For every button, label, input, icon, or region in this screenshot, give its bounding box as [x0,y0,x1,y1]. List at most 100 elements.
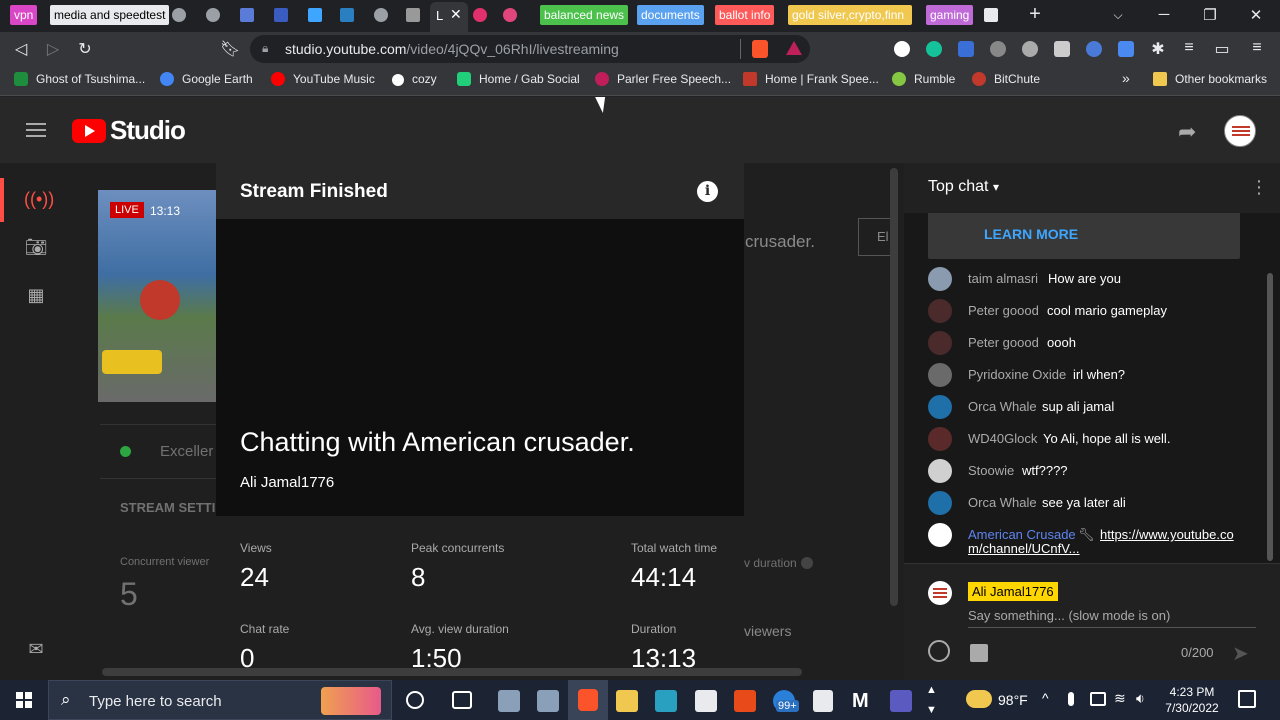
tab-favicon[interactable] [340,8,354,22]
taskbar-app-icon[interactable] [655,690,677,712]
tab-group-gaming[interactable]: gaming [926,5,974,25]
microsoft-store-icon[interactable] [695,690,717,712]
scroll-down-icon[interactable]: ▼ [926,704,937,716]
other-bookmarks[interactable]: Other bookmarks [1153,72,1267,86]
taskbar-app-icon[interactable] [537,690,559,712]
system-clock[interactable]: 4:23 PM 7/30/2022 [1160,684,1224,716]
extensions-puzzle-icon[interactable]: ✱ [1149,39,1167,59]
meet-now-icon[interactable] [1090,692,1106,706]
reload-icon[interactable]: ↻ [76,39,94,59]
translate-icon[interactable] [1118,41,1134,57]
chat-author[interactable]: Stoowie [968,463,1014,478]
show-hidden-icons[interactable]: ^ [1042,690,1049,706]
bookmark-item[interactable]: cozy [392,72,437,86]
microphone-icon[interactable] [1068,692,1074,706]
chat-input[interactable]: Say something... (slow mode is on) [968,608,1256,628]
brave-shields-icon[interactable] [752,40,768,58]
active-tab[interactable]: L ✕ [430,2,468,32]
chat-author[interactable]: WD40Glock [968,431,1037,446]
taskbar-search[interactable]: ⌕ Type here to search [48,680,392,720]
bookmark-icon[interactable]: 🔖︎ [220,39,240,59]
tab-favicon[interactable] [274,8,288,22]
chat-avatar[interactable] [928,491,952,515]
live-stream-icon[interactable]: ((•)) [24,187,54,211]
top-chat-dropdown[interactable]: Top chat ▾ [928,178,999,196]
chat-author-owner[interactable]: American Crusade [968,527,1076,542]
bookmark-item[interactable]: Home / Gab Social [457,72,580,86]
tab-group-gold-silver[interactable]: gold silver,crypto,finn [788,5,912,25]
cortana-icon[interactable] [406,691,424,709]
tab-group-vpn[interactable]: vpn [10,5,38,25]
chat-author[interactable]: Orca Whale [968,495,1037,510]
bookmark-item[interactable]: Home | Frank Spee... [743,72,879,86]
scroll-up-icon[interactable]: ▲ [926,684,937,696]
taskbar-app-icon[interactable] [498,690,520,712]
heart-icon[interactable] [1022,41,1038,57]
info-icon[interactable]: i [697,181,718,202]
app-m-icon[interactable]: M [852,690,874,712]
chat-avatar[interactable] [928,331,952,355]
extension-icon[interactable] [958,41,974,57]
chat-avatar[interactable] [928,523,952,547]
bookmark-item[interactable]: YouTube Music [271,72,375,86]
windows-start-icon[interactable] [16,692,32,708]
tab-favicon[interactable] [240,8,254,22]
youtube-logo-icon[interactable] [72,119,106,143]
feedback-icon[interactable]: ✉︎ [24,637,48,661]
vertical-scrollbar[interactable] [890,168,898,606]
camera-icon[interactable]: 📷︎ [24,235,48,259]
tab-favicon[interactable] [374,8,388,22]
ublock-icon[interactable] [990,41,1006,57]
chat-link[interactable]: m/channel/UCnfV... [968,541,1080,556]
url-text[interactable]: studio.youtube.com/video/4jQQv_06RhI/liv… [285,41,619,57]
chat-author[interactable]: Orca Whale [968,399,1037,414]
brave-rewards-icon[interactable] [786,41,802,55]
tab-favicon[interactable] [473,8,487,22]
notification-center-icon[interactable] [1238,690,1256,708]
bookmark-item[interactable]: Rumble [892,72,955,86]
reading-list-icon[interactable]: ≡ [1180,39,1198,57]
tab-group-media[interactable]: media and speedtest [50,5,170,25]
wifi-icon[interactable]: ≋ [1114,690,1126,707]
grammarly-icon[interactable] [926,41,942,57]
help-icon[interactable] [801,557,813,569]
tab-favicon[interactable] [503,8,517,22]
close-window-icon[interactable]: ✕ [1246,6,1266,24]
bookmarks-overflow-icon[interactable]: » [1122,70,1130,86]
extension-icon[interactable] [1086,41,1102,57]
mail-icon[interactable]: 99+ [773,690,799,712]
chat-author[interactable]: Peter goood [968,335,1039,350]
restore-icon[interactable]: ❐ [1200,6,1220,24]
share-icon[interactable]: ➦ [1178,119,1196,145]
close-tab-icon[interactable]: ✕ [450,6,462,23]
tab-favicon[interactable] [984,8,998,22]
chat-author[interactable]: taim almasri [968,271,1038,286]
search-highlight-icon[interactable] [321,687,381,715]
emoji-icon[interactable] [928,640,950,662]
chat-scrollbar[interactable] [1267,273,1273,561]
tab-group-documents[interactable]: documents [637,5,704,25]
horizontal-scrollbar[interactable] [102,668,802,676]
weather-temp[interactable]: 98°F [998,692,1028,708]
chat-avatar[interactable] [928,395,952,419]
stream-settings-fragment[interactable]: STREAM SETTI [120,500,215,515]
send-icon[interactable]: ➤ [1232,641,1249,666]
chat-author[interactable]: Pyridoxine Oxide [968,367,1066,382]
more-options-icon[interactable]: ⋮ [1250,177,1268,198]
bg-edit-button[interactable]: El [858,218,890,256]
back-icon[interactable]: ◁ [12,39,30,59]
office-icon[interactable] [734,690,756,712]
extension-icon[interactable] [1054,41,1070,57]
chat-avatar[interactable] [928,299,952,323]
file-explorer-icon[interactable] [616,690,638,712]
studio-logo-text[interactable]: Studio [110,115,186,146]
weather-icon[interactable] [966,690,992,708]
tab-favicon[interactable] [406,8,420,22]
task-view-icon[interactable] [452,691,472,709]
super-chat-icon[interactable] [970,644,988,662]
lock-icon[interactable]: 🔒︎ [262,41,268,56]
tab-search-chevron-icon[interactable]: ⌵ [1108,8,1128,23]
volume-icon[interactable]: 🔉︎ [1136,690,1145,707]
account-avatar[interactable] [1224,115,1256,147]
new-tab-icon[interactable]: + [1025,3,1045,26]
